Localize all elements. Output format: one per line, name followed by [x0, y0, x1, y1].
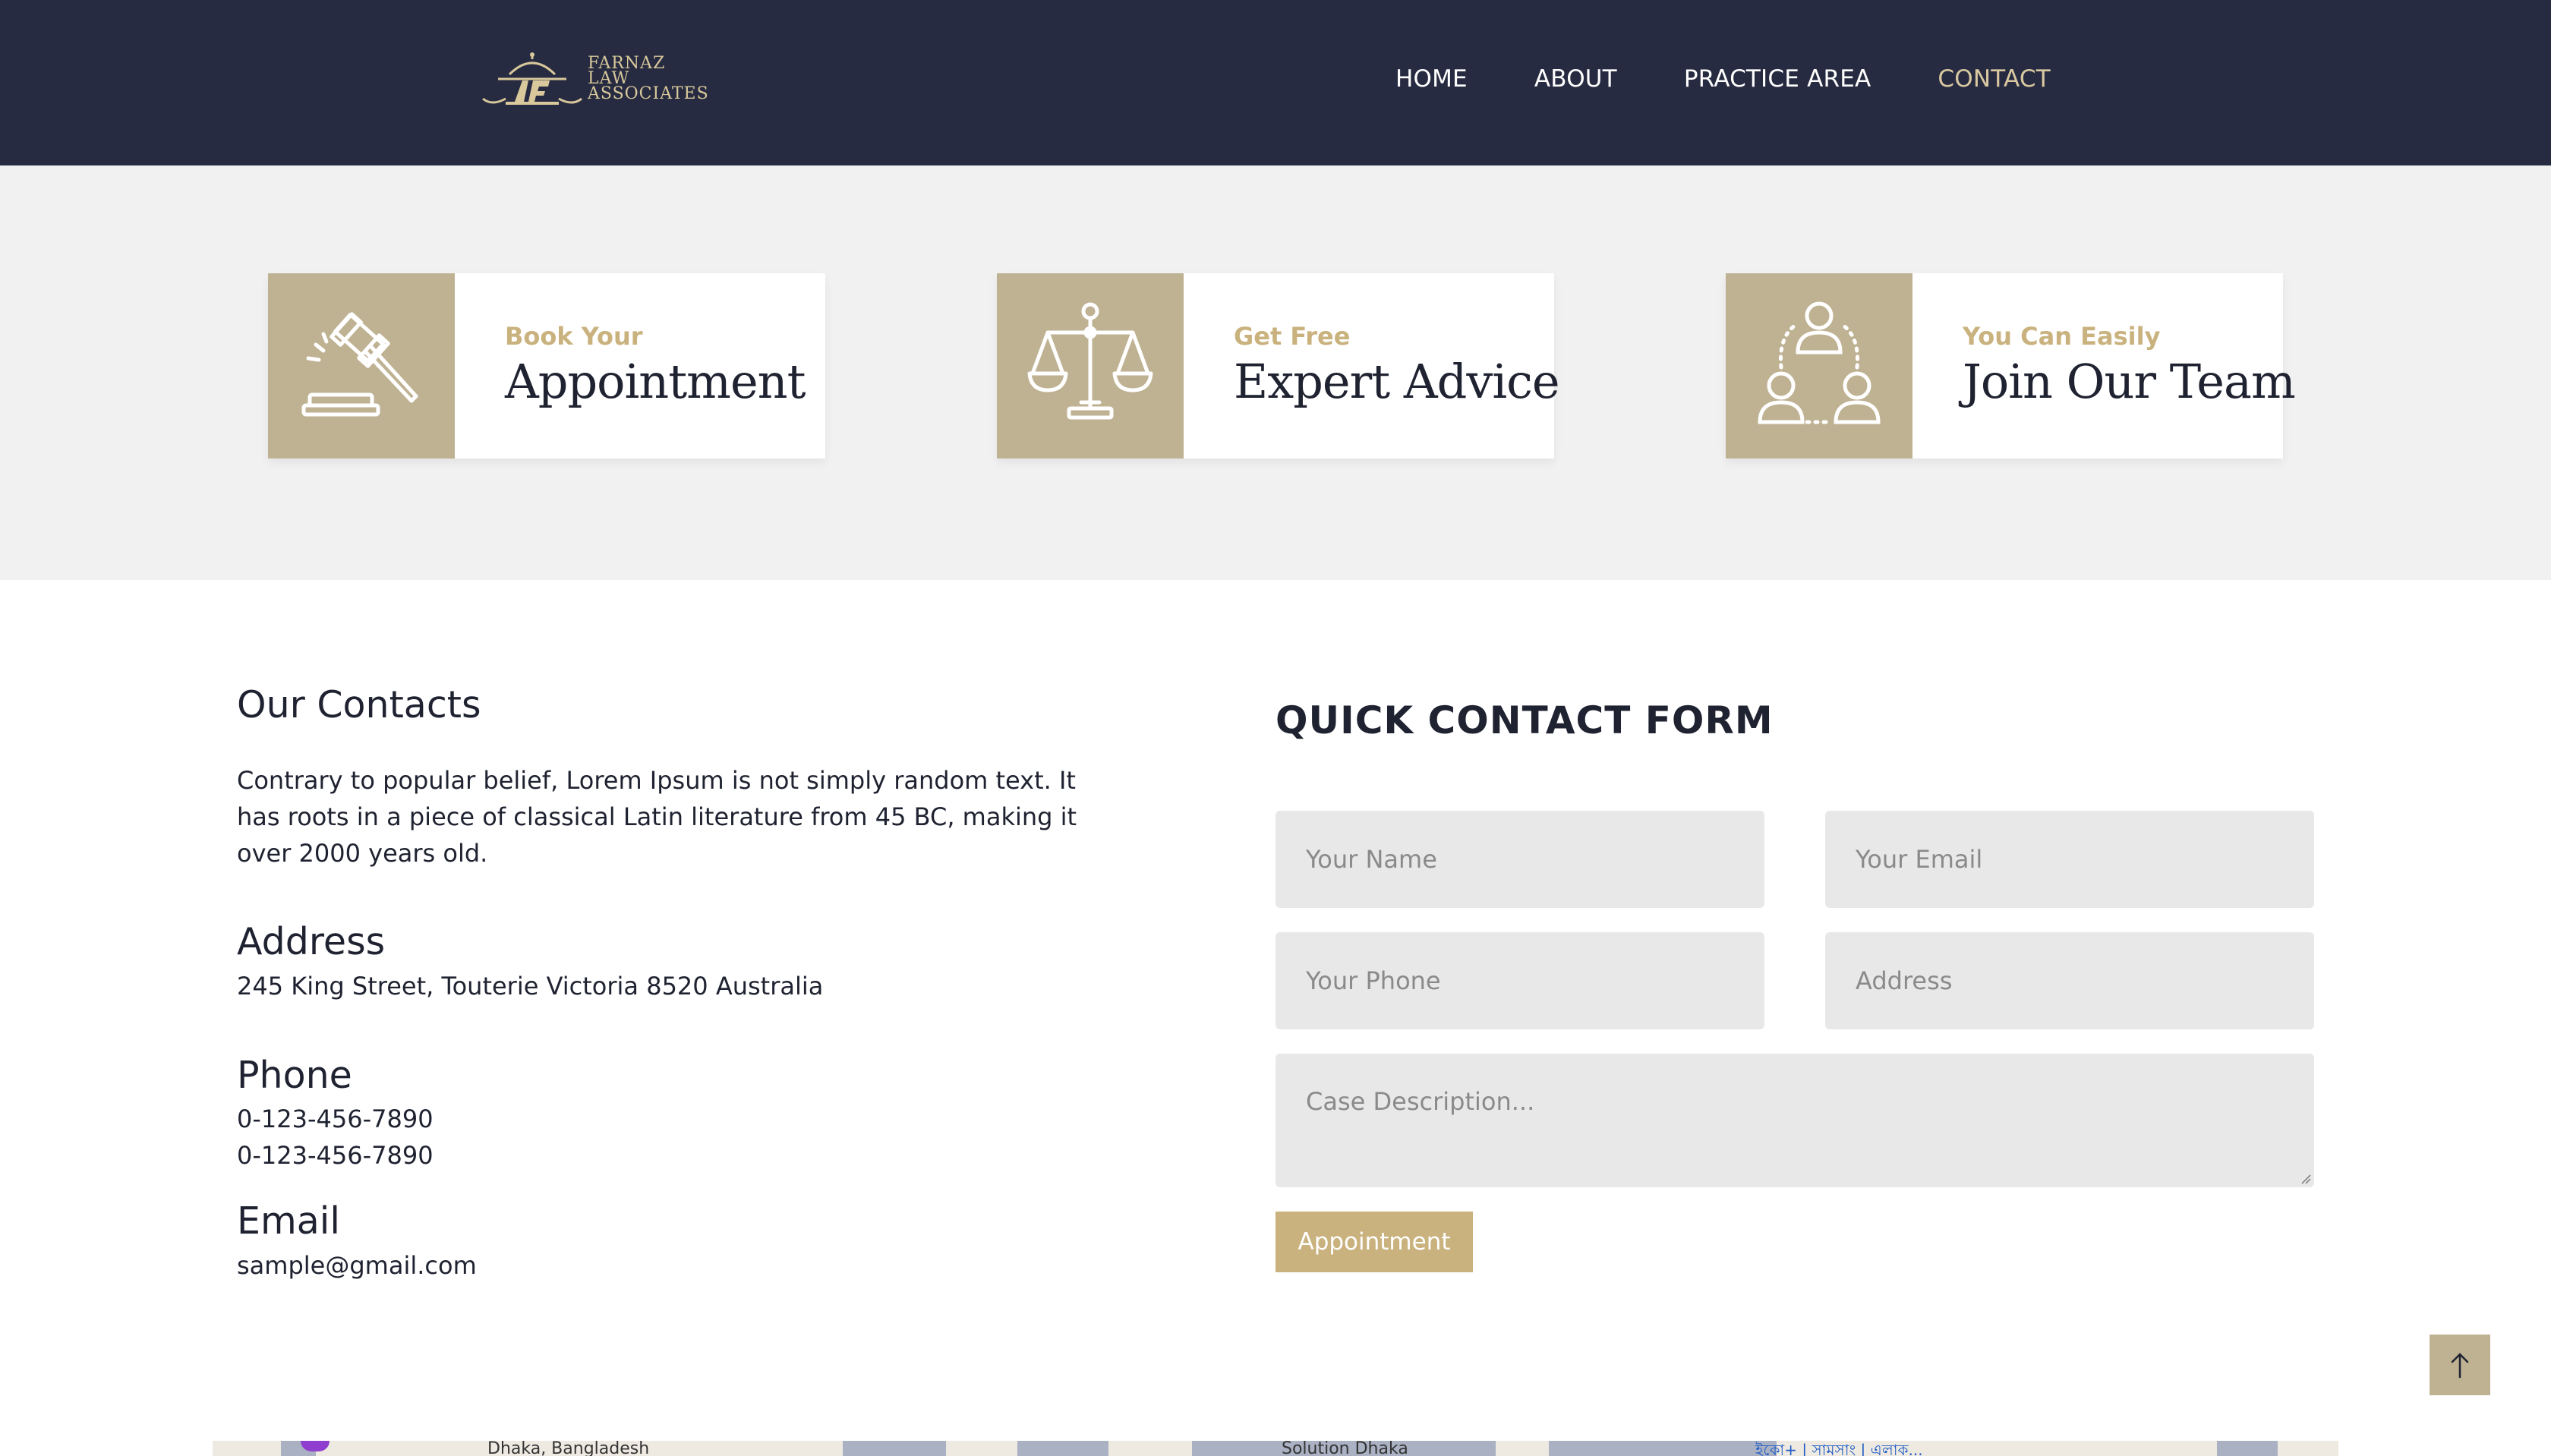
- email-placeholder: Your Email: [1856, 845, 1983, 874]
- scales-icon: [1027, 302, 1153, 420]
- map-label-bengali: ইকো+ | সামসাং | এলাক...: [1755, 1441, 1923, 1456]
- service-icon-box: [1726, 273, 1912, 459]
- phone-value-1: 0-123-456-7890: [237, 1105, 434, 1133]
- nav-about[interactable]: ABOUT: [1534, 65, 1617, 93]
- map-road: [1017, 1441, 1108, 1456]
- service-subtitle: Book Your: [505, 322, 643, 351]
- quick-contact-form: QUICK CONTACT FORM Your Name Your Email …: [1276, 698, 2316, 1272]
- name-field[interactable]: Your Name: [1276, 811, 1764, 908]
- site-header: FARNAZ LAW ASSOCIATES HOME ABOUT PRACTIC…: [0, 0, 2551, 165]
- address-field[interactable]: Address: [1825, 932, 2314, 1029]
- main-nav: HOME ABOUT PRACTICE AREA CONTACT: [1395, 65, 2051, 93]
- address-value: 245 King Street, Touterie Victoria 8520 …: [237, 972, 824, 1001]
- service-card-appointment[interactable]: Book Your Appointment: [268, 273, 825, 459]
- address-label: Address: [237, 920, 386, 963]
- map-label-solution: Solution Dhaka: [1282, 1441, 1408, 1456]
- map-pin-icon[interactable]: [301, 1441, 330, 1451]
- contacts-heading: Our Contacts: [237, 683, 481, 726]
- service-title: Expert Advice: [1234, 354, 1560, 409]
- email-label: Email: [237, 1199, 340, 1243]
- address-placeholder: Address: [1856, 966, 1953, 995]
- service-title: Join Our Team: [1963, 354, 2296, 409]
- form-title: QUICK CONTACT FORM: [1276, 698, 1774, 742]
- contacts-description: Contrary to popular belief, Lorem Ipsum …: [237, 766, 1077, 868]
- gavel-icon: [301, 312, 418, 417]
- services-band: Book Your Appointment Get Free Expert Ad…: [0, 165, 2551, 580]
- service-subtitle: Get Free: [1234, 322, 1351, 351]
- logo[interactable]: FARNAZ LAW ASSOCIATES: [475, 49, 711, 109]
- map-road: [843, 1441, 946, 1456]
- service-card-join-team[interactable]: You Can Easily Join Our Team: [1726, 273, 2296, 459]
- logo-wordmark: FARNAZ LAW ASSOCIATES: [588, 55, 709, 103]
- contacts-section: Our Contacts Contrary to popular belief,…: [237, 683, 1133, 1280]
- service-title: Appointment: [505, 354, 806, 409]
- logo-emblem-icon: [482, 52, 582, 105]
- map-road: [1549, 1441, 1777, 1456]
- map-road: [2217, 1441, 2278, 1456]
- name-placeholder: Your Name: [1306, 845, 1437, 874]
- back-to-top-button[interactable]: [2430, 1335, 2490, 1395]
- embedded-map[interactable]: Dhaka, Bangladesh Solution Dhaka ইকো+ | …: [213, 1441, 2338, 1456]
- case-description-field[interactable]: Case Description...: [1276, 1054, 2314, 1187]
- phone-label: Phone: [237, 1054, 352, 1097]
- email-value: sample@gmail.com: [237, 1251, 477, 1280]
- arrow-up-icon: [2451, 1353, 2469, 1379]
- map-label-dhaka: Dhaka, Bangladesh: [487, 1441, 650, 1456]
- service-subtitle: You Can Easily: [1963, 322, 2161, 351]
- logo-line-3: ASSOCIATES: [588, 84, 709, 103]
- phone-placeholder: Your Phone: [1306, 966, 1441, 995]
- email-field[interactable]: Your Email: [1825, 811, 2314, 908]
- resize-grip-icon[interactable]: [2300, 1174, 2311, 1184]
- nav-contact[interactable]: CONTACT: [1938, 65, 2050, 93]
- service-card-expert-advice[interactable]: Get Free Expert Advice: [997, 273, 1560, 459]
- phone-field[interactable]: Your Phone: [1276, 932, 1764, 1029]
- appointment-submit-button[interactable]: Appointment: [1276, 1212, 1473, 1272]
- nav-home[interactable]: HOME: [1395, 65, 1468, 93]
- case-description-placeholder: Case Description...: [1306, 1087, 1535, 1116]
- team-icon: [1758, 301, 1881, 424]
- nav-practice-area[interactable]: PRACTICE AREA: [1684, 65, 1871, 93]
- phone-value-2: 0-123-456-7890: [237, 1141, 434, 1170]
- service-icon-box: [268, 273, 455, 459]
- service-icon-box: [997, 273, 1184, 459]
